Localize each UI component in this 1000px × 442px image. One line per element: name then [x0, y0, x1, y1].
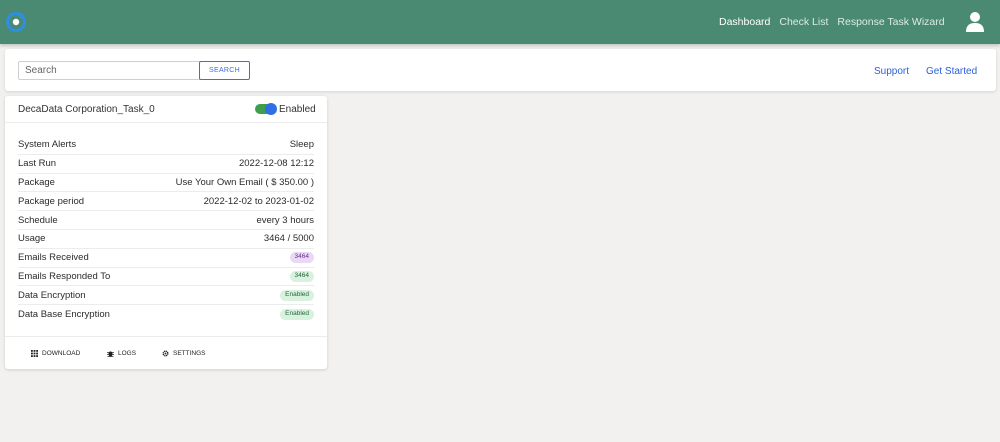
row-database-encryption: Data Base Encryption Enabled: [18, 305, 314, 324]
app-logo-icon[interactable]: [6, 12, 26, 32]
user-avatar-icon[interactable]: [964, 11, 986, 33]
nav-check-list[interactable]: Check List: [779, 16, 828, 28]
row-label: Data Encryption: [18, 289, 86, 301]
row-emails-received: Emails Received 3464: [18, 249, 314, 268]
nav-dashboard[interactable]: Dashboard: [719, 16, 770, 28]
row-label: Package period: [18, 195, 85, 207]
row-value: 2022-12-08 12:12: [238, 158, 314, 170]
database-encryption-badge: Enabled: [280, 309, 314, 320]
row-label: Emails Responded To: [18, 270, 111, 282]
data-encryption-badge: Enabled: [280, 290, 314, 301]
grid-icon: [31, 350, 38, 357]
search-input[interactable]: [18, 61, 201, 80]
row-value: every 3 hours: [256, 214, 314, 226]
logs-button[interactable]: LOGS: [107, 350, 136, 357]
toggle-label: Enabled: [279, 104, 316, 115]
top-navbar: Dashboard Check List Response Task Wizar…: [0, 0, 1000, 44]
row-system-alerts: System Alerts Sleep: [18, 136, 314, 155]
row-value: Sleep: [289, 139, 314, 151]
task-enabled-toggle[interactable]: [255, 103, 277, 115]
row-package: Package Use Your Own Email ( $ 350.00 ): [18, 174, 314, 193]
row-value: 2022-12-02 to 2023-01-02: [203, 195, 314, 207]
row-usage: Usage 3464 / 5000: [18, 230, 314, 249]
search-button[interactable]: SEARCH: [199, 61, 250, 80]
emails-responded-badge: 3464: [289, 271, 314, 282]
download-label: DOWNLOAD: [42, 350, 81, 357]
row-label: Emails Received: [18, 252, 89, 264]
row-label: System Alerts: [18, 139, 77, 151]
row-value: Use Your Own Email ( $ 350.00 ): [175, 176, 314, 188]
logs-label: LOGS: [118, 350, 137, 357]
emails-received-badge: 3464: [289, 252, 314, 263]
row-last-run: Last Run 2022-12-08 12:12: [18, 155, 314, 174]
task-card: DecaData Corporation_Task_0 Enabled Syst…: [5, 96, 327, 369]
search-panel: SEARCH Support Get Started: [5, 49, 996, 91]
task-title: DecaData Corporation_Task_0: [18, 104, 155, 115]
row-value: 3464 / 5000: [263, 233, 314, 245]
row-label: Last Run: [18, 158, 57, 170]
toggle-knob: [265, 103, 277, 115]
bug-icon: [107, 351, 114, 357]
row-emails-responded: Emails Responded To 3464: [18, 268, 314, 287]
row-label: Usage: [18, 233, 46, 245]
row-data-encryption: Data Encryption Enabled: [18, 286, 314, 306]
nav-links: Dashboard Check List Response Task Wizar…: [719, 0, 945, 44]
gear-icon: [162, 350, 169, 357]
get-started-link[interactable]: Get Started: [926, 66, 977, 77]
settings-button[interactable]: SETTINGS: [162, 350, 206, 357]
row-package-period: Package period 2022-12-02 to 2023-01-02: [18, 192, 314, 212]
settings-label: SETTINGS: [173, 350, 206, 357]
task-details: System Alerts Sleep Last Run 2022-12-08 …: [18, 136, 314, 324]
download-button[interactable]: DOWNLOAD: [31, 350, 80, 357]
support-link[interactable]: Support: [874, 66, 909, 77]
row-label: Data Base Encryption: [18, 309, 110, 321]
task-card-header: DecaData Corporation_Task_0 Enabled: [5, 96, 327, 123]
nav-response-task-wizard[interactable]: Response Task Wizard: [837, 16, 944, 28]
task-card-footer: DOWNLOAD LOGS SETTINGS: [5, 336, 327, 369]
row-schedule: Schedule every 3 hours: [18, 211, 314, 230]
row-label: Package: [18, 176, 55, 188]
row-label: Schedule: [18, 214, 58, 226]
